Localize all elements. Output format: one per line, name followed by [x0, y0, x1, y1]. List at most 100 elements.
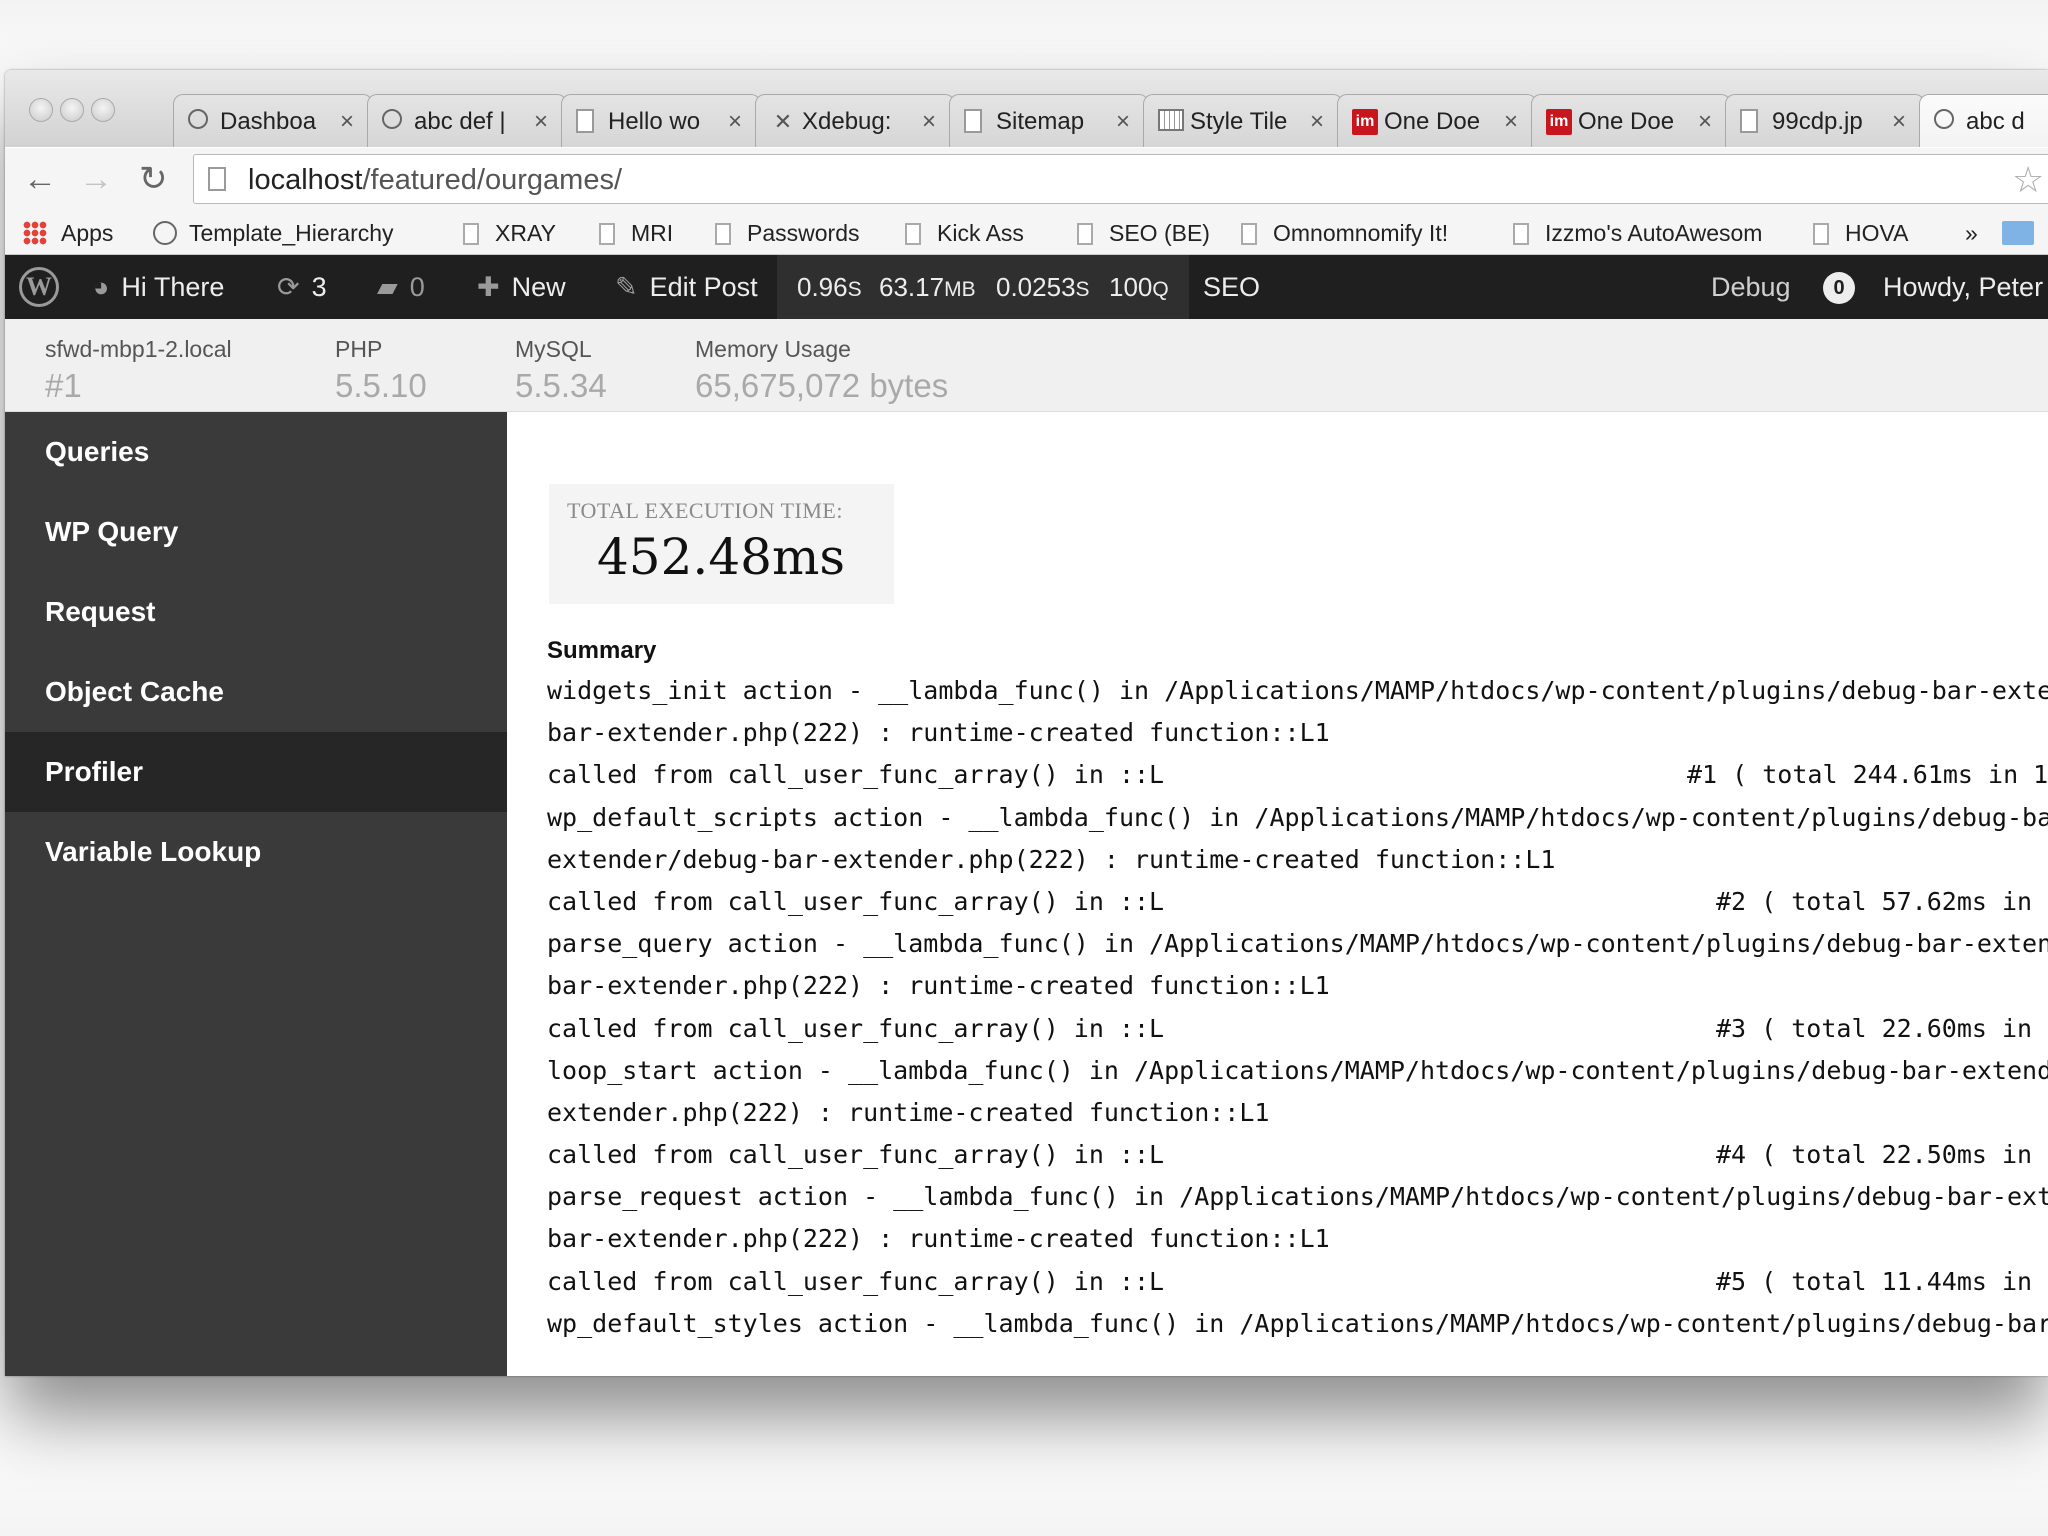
sidebar-item-wp-query[interactable]: WP Query [5, 492, 507, 572]
browser-tab-dashboard[interactable]: Dashboa × [173, 94, 373, 147]
mysql-version-value: 5.5.34 [515, 367, 607, 404]
log-line: parse_request action - __lambda_func() i… [547, 1176, 2048, 1218]
close-tab-icon[interactable]: × [1116, 107, 1130, 137]
document-icon [576, 109, 594, 133]
new-label: New [511, 272, 566, 302]
execution-time-value: 452.48ms [597, 528, 846, 586]
performance-stats[interactable]: 0.96S 63.17MB 0.0253S 100Q [777, 255, 1189, 319]
page-icon [1813, 223, 1829, 245]
bookmark-kick-ass[interactable]: Kick Ass [905, 219, 1024, 247]
log-line: called from call_user_func_array() in ::… [547, 1134, 2048, 1176]
browser-tab-hello-world[interactable]: Hello wo × [561, 94, 761, 147]
sidebar-item-variable-lookup[interactable]: Variable Lookup [5, 812, 507, 892]
log-line: called from call_user_func_array() in ::… [547, 881, 2048, 923]
forward-arrow-icon[interactable]: → [79, 162, 113, 196]
profiler-summary-log: widgets_init action - __lambda_func() in… [547, 670, 2048, 1345]
bookmark-xray[interactable]: XRAY [463, 219, 556, 247]
sidebar-item-object-cache[interactable]: Object Cache [5, 652, 507, 732]
php-label: PHP [335, 336, 383, 362]
bookmark-label: HOVA [1845, 220, 1909, 246]
close-tab-icon[interactable]: × [922, 107, 936, 137]
log-line: widgets_init action - __lambda_func() in… [547, 670, 2048, 712]
bookmarks-bar: Apps Template_Hierarchy XRAY MRI Passwor… [5, 211, 2048, 255]
folder-icon[interactable] [2002, 221, 2034, 245]
log-line: extender/debug-bar-extender.php(222) : r… [547, 839, 2048, 881]
close-tab-icon[interactable]: × [340, 107, 354, 137]
tab-title: Dashboa [220, 108, 317, 135]
memory-stat: 63.17MB [879, 272, 976, 305]
site-host-label: sfwd-mbp1-2.local [45, 336, 232, 362]
browser-tab-abc-def[interactable]: abc def | × [367, 94, 567, 147]
bookmark-izzmo-autoawesome[interactable]: Izzmo's AutoAwesom [1513, 219, 1783, 247]
browser-tab-style-tile[interactable]: Style Tile × [1143, 94, 1343, 147]
bookmark-hova[interactable]: HOVA [1813, 219, 1908, 247]
bookmark-template-hierarchy[interactable]: Template_Hierarchy [153, 219, 394, 247]
log-line-text: called from call_user_func_array() in ::… [547, 1140, 1165, 1170]
close-tab-icon[interactable]: × [534, 107, 548, 137]
browser-tab-sitemap[interactable]: Sitemap × [949, 94, 1149, 147]
log-line: bar-extender.php(222) : runtime-created … [547, 965, 2048, 1007]
wordpress-globe-icon [1934, 109, 1954, 129]
wordpress-logo-icon[interactable]: W [19, 267, 59, 307]
log-line: extender.php(222) : runtime-created func… [547, 1092, 2048, 1134]
browser-tab-one-doe-2[interactable]: im One Doe × [1531, 94, 1731, 147]
browser-tab-one-doe-1[interactable]: im One Doe × [1337, 94, 1537, 147]
bookmark-label: Omnomnomify It! [1273, 220, 1449, 246]
page-time-unit: S [847, 278, 862, 301]
close-tab-icon[interactable]: × [1310, 107, 1324, 137]
tab-title: Sitemap [996, 108, 1085, 135]
address-bar[interactable]: localhost/featured/ourgames/ ☆ [193, 154, 2048, 204]
zoom-window-button[interactable] [91, 98, 115, 122]
new-content-menu[interactable]: ✚ New [477, 272, 566, 302]
bookmark-mri[interactable]: MRI [599, 219, 673, 247]
comments-count: 0 [409, 272, 425, 302]
reload-icon[interactable]: ↻ [139, 162, 168, 196]
debug-count-badge[interactable]: 0 [1823, 272, 1855, 304]
log-line: bar-extender.php(222) : runtime-created … [547, 1218, 2048, 1260]
seo-menu[interactable]: SEO [1203, 272, 1260, 302]
execution-time-label: TOTAL EXECUTION TIME: [567, 498, 843, 523]
log-line-total: #4 ( total 22.50ms in 1 [1716, 1140, 2048, 1170]
im-icon: im [1352, 109, 1378, 135]
address-url[interactable]: localhost/featured/ourgames/ [248, 165, 622, 195]
log-line-total: #2 ( total 57.62ms in 1 [1716, 886, 2048, 916]
browser-tab-99cdp[interactable]: 99cdp.jp × [1725, 94, 1925, 147]
sidebar-item-request[interactable]: Request [5, 572, 507, 652]
comments-menu[interactable]: ▰ 0 [377, 272, 425, 302]
log-line-text: loop_start action - __lambda_func() in /… [547, 1055, 2048, 1085]
bookmarks-overflow-button[interactable]: » [1965, 219, 1978, 247]
log-line-text: widgets_init action - __lambda_func() in… [547, 676, 2048, 705]
close-tab-icon[interactable]: × [1892, 107, 1906, 137]
back-arrow-icon[interactable]: ← [23, 162, 57, 196]
log-line: wp_default_styles action - __lambda_func… [547, 1303, 2048, 1345]
execution-time-box: TOTAL EXECUTION TIME: 452.48ms [549, 484, 894, 604]
updates-menu[interactable]: ⟳ 3 [277, 272, 327, 302]
bookmark-label: Template_Hierarchy [189, 220, 394, 246]
im-icon: im [1546, 109, 1572, 135]
bookmark-omnomnomify[interactable]: Omnomnomify It! [1241, 219, 1448, 247]
page-icon [905, 223, 921, 245]
bookmark-passwords[interactable]: Passwords [715, 219, 859, 247]
close-tab-icon[interactable]: × [728, 107, 742, 137]
sidebar-item-profiler[interactable]: Profiler [5, 732, 507, 812]
sidebar-item-queries[interactable]: Queries [5, 412, 507, 492]
close-window-button[interactable] [29, 98, 53, 122]
site-name-menu[interactable]: ◕ Hi There [93, 272, 224, 302]
page-icon [715, 223, 731, 245]
minimize-window-button[interactable] [60, 98, 84, 122]
log-line-text: called from call_user_func_array() in ::… [547, 886, 1165, 916]
bookmark-star-icon[interactable]: ☆ [2012, 159, 2044, 201]
php-info: PHP 5.5.10 [335, 335, 427, 407]
close-tab-icon[interactable]: × [1698, 107, 1712, 137]
bookmark-seo-be[interactable]: SEO (BE) [1077, 219, 1210, 247]
browser-tab-xdebug[interactable]: ✕ Xdebug: × [755, 94, 955, 147]
debug-menu[interactable]: Debug [1711, 272, 1791, 302]
grid-icon [1158, 109, 1184, 131]
close-tab-icon[interactable]: × [1504, 107, 1518, 137]
howdy-user-menu[interactable]: Howdy, Peter [1883, 272, 2043, 302]
queries-stat: 100Q [1109, 272, 1169, 305]
browser-tab-abc-d[interactable]: abc d [1919, 94, 2048, 147]
bookmark-apps[interactable]: Apps [23, 219, 113, 247]
page-icon [463, 223, 479, 245]
edit-post-link[interactable]: ✎ Edit Post [615, 272, 758, 302]
